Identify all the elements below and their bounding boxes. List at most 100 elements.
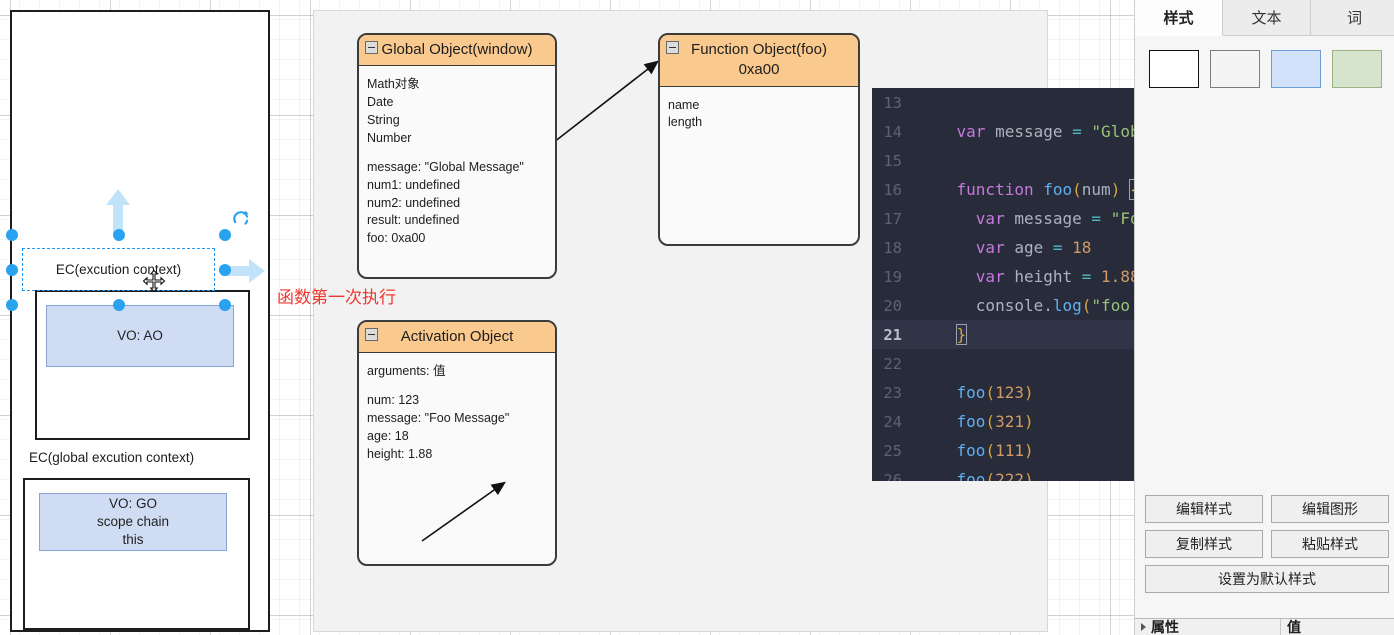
panel-tabs[interactable]: 样式 文本词 [1135, 0, 1394, 36]
code-token: ) [1023, 470, 1034, 481]
style-swatch-row[interactable] [1135, 36, 1394, 100]
button-row-2: 复制样式 粘贴样式 [1145, 530, 1389, 558]
tab-0[interactable]: 样式 [1135, 0, 1223, 36]
chevron-right-icon[interactable] [1141, 623, 1146, 631]
uml-row: Math对象 [367, 77, 420, 92]
uml-row: result: undefined [367, 213, 460, 228]
move-up-arrow[interactable] [104, 188, 132, 234]
code-token: ( [985, 412, 996, 431]
swatch-light-gray[interactable] [1210, 50, 1260, 88]
vo-go-box[interactable]: VO: GO scope chain this [39, 493, 227, 551]
uml-header-global-object[interactable]: Global Object(window) [359, 35, 555, 67]
collapse-icon[interactable] [666, 41, 679, 54]
code-token: height [1004, 267, 1082, 286]
code-line-text[interactable]: foo(123) [918, 383, 1034, 402]
line-number: 16 [883, 180, 902, 199]
uml-row: message: "Global Message" [367, 159, 524, 174]
code-token: ) [1023, 412, 1034, 431]
copy-style-button[interactable]: 复制样式 [1145, 530, 1263, 558]
code-token: message [985, 122, 1073, 141]
set-default-style-button[interactable]: 设置为默认样式 [1145, 565, 1389, 593]
code-line-text[interactable]: foo(321) [918, 412, 1034, 431]
vo-go-label-2: scope chain [96, 513, 170, 529]
code-line-text[interactable]: } [918, 324, 968, 345]
collapse-icon[interactable] [365, 328, 378, 341]
vo-ao-label: VO: AO [117, 327, 163, 343]
resize-handle-nw[interactable] [6, 229, 18, 241]
uml-row: arguments: 值 [367, 364, 446, 379]
code-token: message [1004, 209, 1092, 228]
format-side-panel[interactable]: 样式 文本词 编辑样式 编辑图形 复制样式 粘贴样式 设置为默认样式 属性 值 [1134, 0, 1394, 635]
code-token: ) [1110, 180, 1121, 199]
uml-title-sub: 0xa00 [738, 61, 780, 79]
uml-title: Activation Object [400, 328, 514, 345]
selected-shape-label: EC(excution context) [55, 262, 182, 277]
vo-ao-box[interactable]: VO: AO [46, 305, 234, 367]
uml-title: Function Object(foo) [691, 41, 827, 58]
uml-row: num1: undefined [367, 177, 461, 192]
property-table[interactable]: 属性 值 [1135, 618, 1394, 635]
uml-box-global-object[interactable]: Global Object(window) Math对象 Date String… [357, 33, 557, 279]
ec-global-label: EC(global excution context) [29, 450, 195, 465]
code-token: var [975, 267, 1005, 286]
code-line-text[interactable]: var height = 1.88 [918, 267, 1140, 286]
line-number: 20 [883, 296, 902, 315]
paste-style-button[interactable]: 粘贴样式 [1271, 530, 1389, 558]
code-token: ( [1072, 180, 1082, 199]
button-row-3: 设置为默认样式 [1145, 565, 1389, 593]
code-line-text[interactable]: foo(222) [918, 470, 1034, 481]
uml-row: height: 1.88 [367, 446, 433, 461]
style-action-buttons[interactable]: 编辑样式 编辑图形 复制样式 粘贴样式 设置为默认样式 [1145, 495, 1389, 600]
resize-handle-s[interactable] [113, 299, 125, 311]
code-token: ) [1023, 383, 1034, 402]
resize-handle-se[interactable] [219, 299, 231, 311]
selected-shape-ec-excution-context[interactable]: EC(excution context) [22, 248, 215, 291]
code-token: 18 [1072, 238, 1092, 257]
code-token: = [1072, 122, 1082, 141]
swatch-white[interactable] [1149, 50, 1199, 88]
uml-row: num2: undefined [367, 195, 461, 210]
code-token: ) [1023, 441, 1034, 460]
resize-handle-w[interactable] [6, 264, 18, 276]
code-token: var [975, 238, 1005, 257]
resize-handle-n[interactable] [113, 229, 125, 241]
uml-header-function-object[interactable]: Function Object(foo) 0xa00 [660, 35, 858, 87]
code-line-text[interactable]: foo(111) [918, 441, 1034, 460]
value-column-header[interactable]: 值 [1281, 619, 1394, 635]
activation-object-inner-arrow[interactable] [418, 475, 513, 545]
line-number: 24 [883, 412, 902, 431]
property-column-header[interactable]: 属性 [1135, 619, 1281, 635]
button-row-1: 编辑样式 编辑图形 [1145, 495, 1389, 523]
code-line-text[interactable]: var age = 18 [918, 238, 1092, 257]
uml-header-activation-object[interactable]: Activation Object [359, 322, 555, 354]
code-token: foo [956, 441, 986, 460]
resize-handle-e[interactable] [219, 264, 231, 276]
uml-box-function-object[interactable]: Function Object(foo) 0xa00 name length [658, 33, 860, 246]
edit-style-button[interactable]: 编辑样式 [1145, 495, 1263, 523]
swatch-light-green[interactable] [1332, 50, 1382, 88]
collapse-icon[interactable] [365, 41, 378, 54]
tab-1[interactable]: 文本 [1223, 0, 1311, 36]
edit-shape-button[interactable]: 编辑图形 [1271, 495, 1389, 523]
code-token: 321 [995, 412, 1024, 431]
line-number: 25 [883, 441, 902, 460]
rotate-handle-icon[interactable] [232, 209, 251, 228]
code-token: console [918, 296, 1044, 315]
code-token: = [1081, 267, 1092, 286]
tab-2[interactable]: 词 [1311, 0, 1394, 36]
line-number: 26 [883, 470, 902, 482]
code-token: . [1043, 296, 1053, 315]
resize-handle-ne[interactable] [219, 229, 231, 241]
line-number: 21 [883, 325, 902, 344]
code-line-text[interactable]: function foo(num) { [918, 179, 1141, 200]
code-token: foo [956, 412, 986, 431]
swatch-light-blue[interactable] [1271, 50, 1321, 88]
resize-handle-sw[interactable] [6, 299, 18, 311]
code-token: var [956, 122, 986, 141]
